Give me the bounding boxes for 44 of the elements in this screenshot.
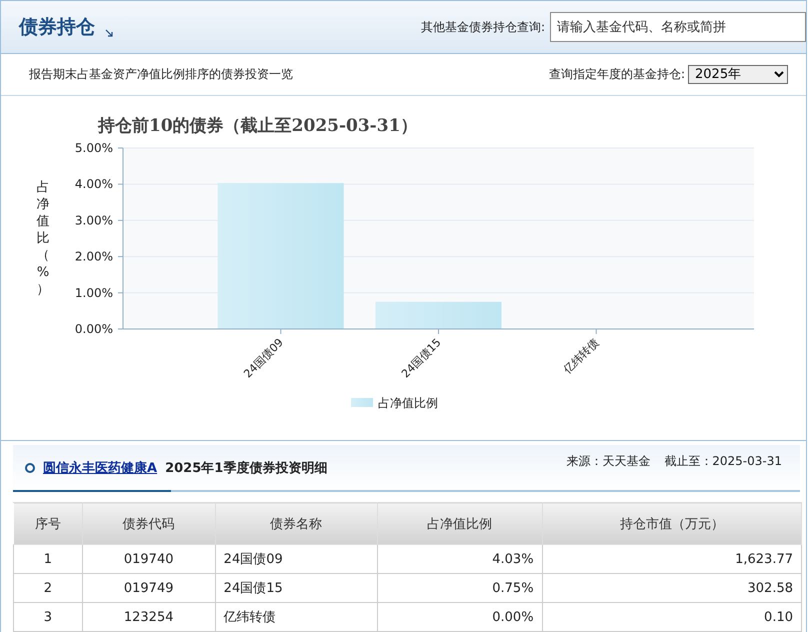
description: 报告期末占基金资产净值比例排序的债券投资一览 <box>29 66 293 83</box>
table-cell: 123254 <box>82 602 216 632</box>
y-tick-label: 5.00% <box>74 141 113 155</box>
fund-link[interactable]: 圆信永丰医药健康A <box>43 458 158 476</box>
column-header: 占净值比例 <box>377 502 542 544</box>
table-cell: 0.75% <box>377 574 542 602</box>
table-cell: 24国债15 <box>215 574 378 602</box>
table-cell: 019749 <box>82 574 216 602</box>
y-tick-label: 1.00% <box>74 286 113 300</box>
page-title: 债券持仓 <box>19 15 95 40</box>
x-tick-label: 24国债15 <box>399 336 444 380</box>
table-cell: 1,623.77 <box>542 544 802 574</box>
table-cell: 4.03% <box>377 544 542 574</box>
x-tick-label: 24国债09 <box>241 336 286 380</box>
year-label: 查询指定年度的基金持仓: <box>548 66 685 83</box>
column-header: 持仓市值（万元） <box>542 502 802 544</box>
search-field[interactable]: 请输入基金代码、名称或简拼 <box>550 12 806 42</box>
table-cell: 3 <box>14 602 82 632</box>
table-cell: 0.10 <box>542 602 802 632</box>
column-header: 债券代码 <box>82 502 216 544</box>
table-cell: 1 <box>14 544 82 574</box>
column-header: 序号 <box>14 502 82 544</box>
ring-icon <box>25 462 35 472</box>
column-header: 债券名称 <box>215 502 378 544</box>
table-cell: 302.58 <box>542 574 802 602</box>
y-tick-label: 0.00% <box>74 322 113 336</box>
section-title: 2025年1季度债券投资明细 <box>165 460 328 476</box>
table-cell: 24国债09 <box>215 544 378 574</box>
x-tick-label: 亿纬转债 <box>561 336 602 376</box>
table-cell: 0.00% <box>377 602 542 632</box>
legend-label: 占净值比例 <box>378 396 438 410</box>
y-tick-label: 3.00% <box>74 213 113 228</box>
arrow-icon <box>105 29 113 37</box>
source-text: 来源：天天基金 <box>566 453 650 470</box>
axis-title: 占净值比（%） <box>36 180 50 297</box>
chart-title: 持仓前10的债券（截止至2025-03-31） <box>98 116 418 136</box>
y-tick-label: 2.00% <box>74 250 113 264</box>
search-label: 其他基金债券持仓查询: <box>420 18 545 36</box>
year-dropdown[interactable]: 2025年 <box>688 65 788 84</box>
table-cell: 019740 <box>82 544 216 574</box>
table-cell: 亿纬转债 <box>215 602 378 632</box>
table-cell: 2 <box>14 574 82 602</box>
y-tick-label: 4.00% <box>74 177 113 192</box>
date-text: 截止至：2025-03-31 <box>664 453 782 470</box>
